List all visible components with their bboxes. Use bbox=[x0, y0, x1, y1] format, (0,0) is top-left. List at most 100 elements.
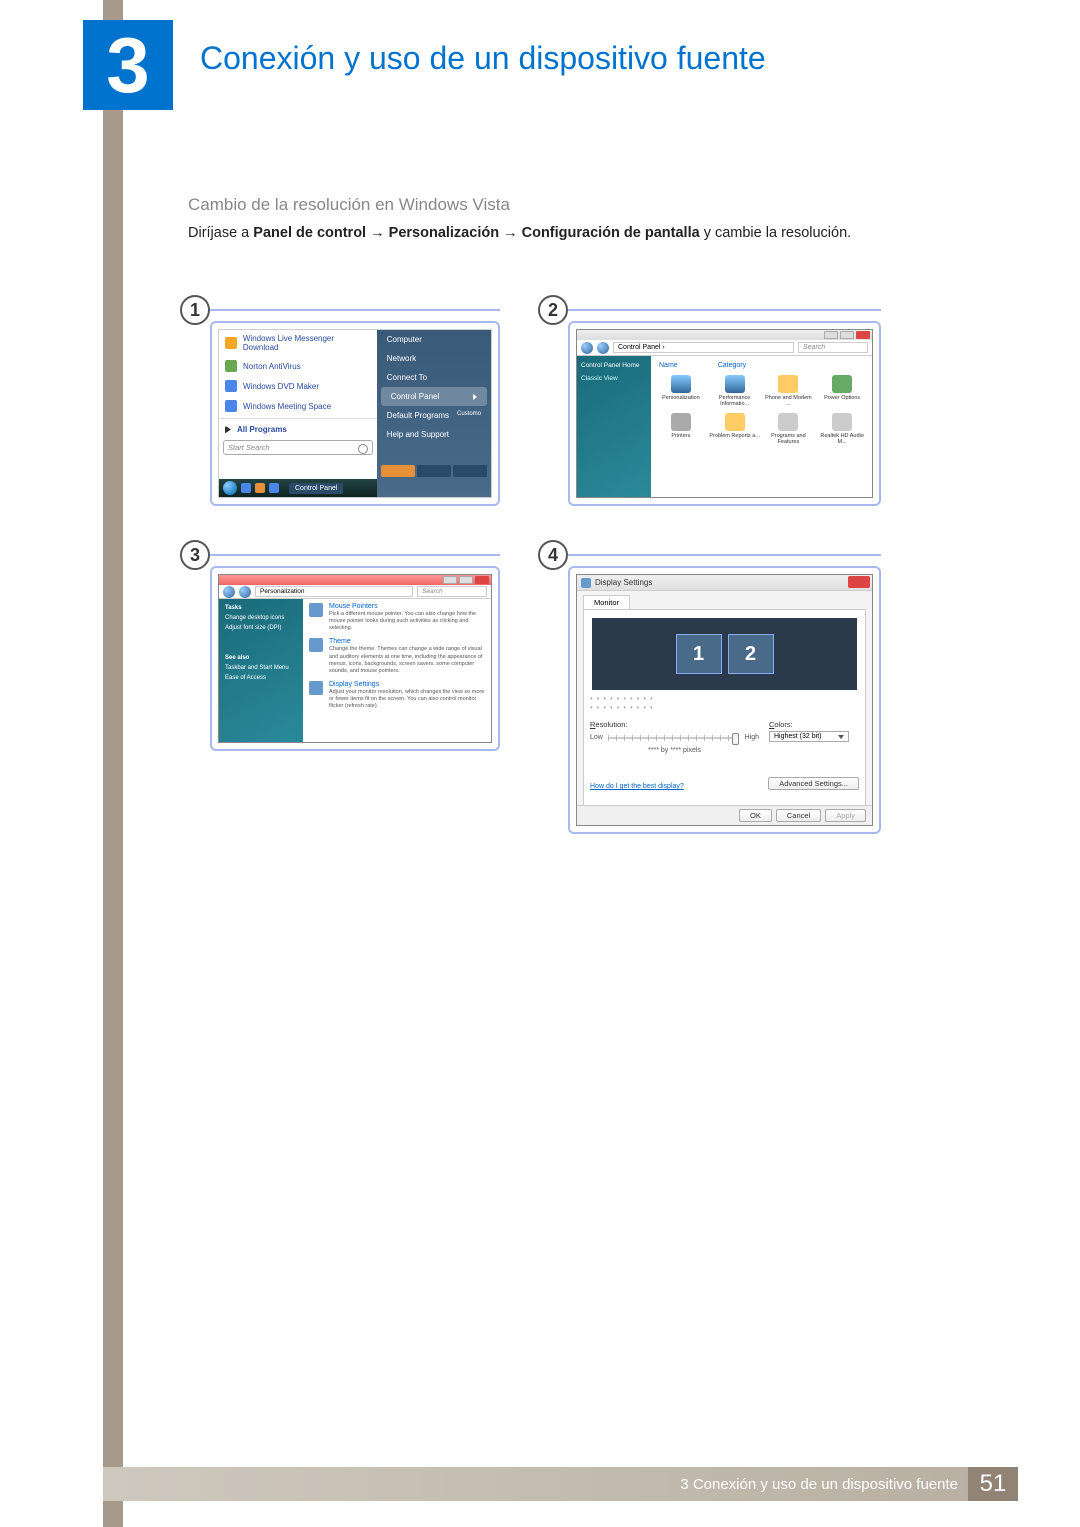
apply-button[interactable]: Apply bbox=[825, 809, 866, 822]
cp-item[interactable]: Realtek HD Audio M... bbox=[816, 413, 868, 445]
resolution-value: **** by **** pixels bbox=[590, 747, 759, 754]
minimize-button[interactable] bbox=[824, 331, 838, 339]
cp-item-personalization[interactable]: Personalization bbox=[655, 375, 707, 407]
pers-section[interactable]: Mouse PointersPick a different mouse poi… bbox=[309, 603, 485, 632]
cp-item-label: Performance Informatio... bbox=[709, 395, 761, 407]
cp-item[interactable]: Performance Informatio... bbox=[709, 375, 761, 407]
sm-item[interactable]: Windows Live Messenger Download bbox=[219, 330, 377, 356]
start-search-input[interactable]: Start Search bbox=[223, 440, 373, 455]
nav-back-icon[interactable] bbox=[581, 342, 593, 354]
breadcrumb[interactable]: Control Panel › bbox=[613, 342, 794, 353]
sm-item[interactable]: Windows DVD Maker bbox=[219, 376, 377, 396]
sm-item[interactable]: Norton AntiVirus bbox=[219, 356, 377, 376]
cp-item[interactable]: Problem Reports a... bbox=[709, 413, 761, 445]
taskbar-icon[interactable] bbox=[255, 483, 265, 493]
resolution-slider[interactable]: Low High bbox=[590, 731, 759, 745]
chevron-right-icon bbox=[473, 394, 477, 400]
window-titlebar bbox=[577, 330, 872, 340]
shutdown-menu-button[interactable] bbox=[453, 465, 487, 477]
step-badge-3: 3 bbox=[180, 540, 210, 570]
cp-item[interactable]: Power Options bbox=[816, 375, 868, 407]
sm-right-item[interactable]: Computer bbox=[377, 330, 491, 349]
power-button[interactable] bbox=[381, 465, 415, 477]
breadcrumb[interactable]: Personalization bbox=[255, 586, 413, 597]
monitor-2[interactable]: 2 bbox=[728, 634, 774, 674]
sm-right-item[interactable]: Network bbox=[377, 349, 491, 368]
close-button[interactable] bbox=[848, 576, 870, 588]
maximize-button[interactable] bbox=[459, 576, 473, 584]
cancel-button[interactable]: Cancel bbox=[776, 809, 821, 822]
step-4-frame: Display Settings Monitor 1 2 * * * * * *… bbox=[568, 566, 881, 834]
col-category[interactable]: Category bbox=[718, 362, 746, 369]
taskbar-control-panel[interactable]: Control Panel bbox=[289, 483, 343, 494]
pers-section-display[interactable]: Display SettingsAdjust your monitor reso… bbox=[309, 681, 485, 710]
pers-section[interactable]: ThemeChange the theme. Themes can change… bbox=[309, 638, 485, 675]
help-link[interactable]: How do I get the best display? bbox=[590, 783, 684, 790]
slider-thumb[interactable] bbox=[732, 733, 739, 745]
close-button[interactable] bbox=[856, 331, 870, 339]
resolution-group: RResolution:esolution: Low High **** by … bbox=[590, 720, 759, 754]
performance-icon bbox=[725, 375, 745, 393]
tab-monitor[interactable]: Monitor bbox=[583, 595, 630, 609]
sm-right-label: Control Panel bbox=[391, 392, 439, 401]
step-badge-4: 4 bbox=[538, 540, 568, 570]
all-programs[interactable]: All Programs bbox=[219, 421, 377, 438]
ok-button[interactable]: OK bbox=[739, 809, 772, 822]
sm-right-extra: Customo bbox=[457, 411, 481, 420]
monitor-name-masked: * * * * * * * * * * bbox=[590, 705, 859, 714]
side-link[interactable]: Change desktop icons bbox=[225, 615, 297, 621]
sm-item-label: Windows Meeting Space bbox=[243, 402, 331, 411]
pers-desc: Change the theme. Themes can change a wi… bbox=[329, 646, 485, 675]
lock-button[interactable] bbox=[417, 465, 451, 477]
nav-forward-icon[interactable] bbox=[597, 342, 609, 354]
step-3-frame: Personalization Search Tasks Change desk… bbox=[210, 566, 500, 751]
dialog-body: 1 2 * * * * * * * * * * * * * * * * * * … bbox=[583, 609, 866, 815]
colors-label: Colors: bbox=[769, 720, 859, 729]
pers-desc: Pick a different mouse pointer. You can … bbox=[329, 611, 485, 632]
sm-right-item[interactable]: Connect To bbox=[377, 368, 491, 387]
side-link[interactable]: Adjust font size (DPI) bbox=[225, 625, 297, 631]
search-input[interactable]: Search bbox=[798, 342, 868, 353]
taskbar-icon[interactable] bbox=[241, 483, 251, 493]
pers-desc: Adjust your monitor resolution, which ch… bbox=[329, 689, 485, 710]
colors-value: Highest (32 bit) bbox=[774, 733, 821, 740]
taskbar-icon[interactable] bbox=[269, 483, 279, 493]
sm-right-item[interactable]: Help and Support bbox=[377, 425, 491, 444]
cp-item-label: Programs and Features bbox=[763, 433, 815, 445]
advanced-settings-button[interactable]: Advanced Settings... bbox=[768, 777, 859, 790]
colors-group: Colors: Highest (32 bit) bbox=[769, 720, 859, 742]
start-orb-icon[interactable] bbox=[223, 481, 237, 495]
address-bar: Control Panel › Search bbox=[577, 340, 872, 356]
side-link[interactable]: Ease of Access bbox=[225, 675, 297, 681]
cp-item[interactable]: Phone and Modem ... bbox=[763, 375, 815, 407]
start-menu-screenshot: Windows Live Messenger Download Norton A… bbox=[218, 329, 492, 498]
pers-main: Mouse PointersPick a different mouse poi… bbox=[303, 599, 491, 742]
cp-home-link[interactable]: Control Panel Home bbox=[581, 362, 647, 369]
cp-classic-link[interactable]: Classic View bbox=[581, 375, 647, 382]
sm-right-item-highlight[interactable]: Control Panel bbox=[381, 387, 487, 406]
search-input[interactable]: Search bbox=[417, 586, 487, 597]
side-link[interactable]: Taskbar and Start Menu bbox=[225, 665, 297, 671]
pers-heading: Theme bbox=[329, 638, 485, 645]
minimize-button[interactable] bbox=[443, 576, 457, 584]
monitor-1[interactable]: 1 bbox=[676, 634, 722, 674]
cp-item[interactable]: Printers bbox=[655, 413, 707, 445]
reports-icon bbox=[725, 413, 745, 431]
sidebar-strip bbox=[103, 0, 123, 1527]
nav-back-icon[interactable] bbox=[223, 586, 235, 598]
colors-select[interactable]: Highest (32 bit) bbox=[769, 731, 849, 742]
sm-item-label: Windows DVD Maker bbox=[243, 382, 319, 391]
nav-forward-icon[interactable] bbox=[239, 586, 251, 598]
cp-item[interactable]: Programs and Features bbox=[763, 413, 815, 445]
sm-right-item[interactable]: Default ProgramsCustomo bbox=[377, 406, 491, 425]
cp-item-label: Problem Reports a... bbox=[709, 433, 759, 439]
maximize-button[interactable] bbox=[840, 331, 854, 339]
close-button[interactable] bbox=[475, 576, 489, 584]
step-badge-2: 2 bbox=[538, 295, 568, 325]
cp-item-label: Printers bbox=[671, 433, 690, 439]
col-name[interactable]: Name bbox=[659, 362, 678, 369]
window-body: Tasks Change desktop icons Adjust font s… bbox=[219, 599, 491, 742]
sm-item[interactable]: Windows Meeting Space bbox=[219, 396, 377, 416]
theme-icon bbox=[309, 638, 323, 652]
cp-item-label: Personalization bbox=[662, 395, 700, 401]
